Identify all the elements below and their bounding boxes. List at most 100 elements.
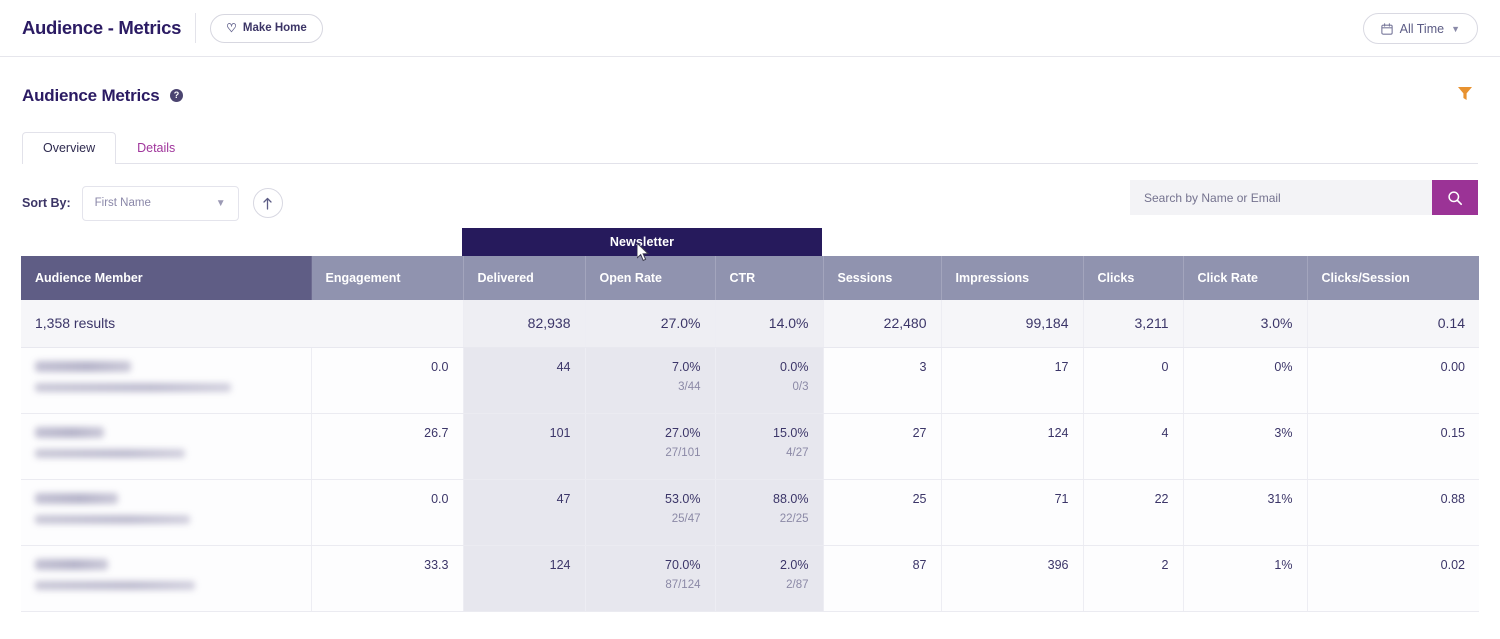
search-input[interactable]	[1130, 180, 1432, 215]
search-button[interactable]	[1432, 180, 1478, 215]
table-row[interactable]: 33.3 124 70.0% 87/124 2.0% 2/87 87 396 2…	[21, 545, 1479, 611]
make-home-button[interactable]: ♡ Make Home	[210, 14, 323, 43]
audience-member-cell[interactable]	[21, 347, 311, 413]
sort-direction-button[interactable]	[253, 188, 283, 218]
cell-delivered: 44	[463, 347, 585, 413]
make-home-label: Make Home	[243, 22, 307, 34]
cell-open-rate-fraction: 25/47	[600, 513, 701, 525]
sort-by-select[interactable]: First Name ▼	[82, 186, 239, 221]
sort-by-label: Sort By:	[22, 196, 71, 210]
column-group-row: Newsletter	[21, 228, 1479, 256]
cell-clicks-per-session: 0.00	[1307, 347, 1479, 413]
table-row[interactable]: 26.7 101 27.0% 27/101 15.0% 4/27 27 124 …	[21, 413, 1479, 479]
cell-delivered: 101	[463, 413, 585, 479]
tab-details[interactable]: Details	[116, 132, 196, 164]
cell-delivered: 47	[463, 479, 585, 545]
column-group-newsletter: Newsletter	[462, 228, 822, 256]
heart-icon: ♡	[226, 22, 237, 34]
summary-delivered: 82,938	[463, 300, 585, 347]
column-header-clicks-per-session[interactable]: Clicks/Session	[1307, 256, 1479, 300]
summary-open-rate: 27.0%	[585, 300, 715, 347]
cell-ctr-fraction: 22/25	[730, 513, 809, 525]
redacted-member-name	[35, 427, 104, 438]
redacted-member-email	[35, 581, 195, 590]
cell-sessions: 25	[823, 479, 941, 545]
metrics-table: Audience Member Engagement Delivered Ope…	[21, 256, 1479, 612]
column-header-click-rate[interactable]: Click Rate	[1183, 256, 1307, 300]
column-header-engagement[interactable]: Engagement	[311, 256, 463, 300]
column-header-ctr[interactable]: CTR	[715, 256, 823, 300]
summary-row: 1,358 results 82,938 27.0% 14.0% 22,480 …	[21, 300, 1479, 347]
chevron-down-icon: ▼	[216, 198, 226, 209]
cell-click-rate: 31%	[1183, 479, 1307, 545]
date-range-label: All Time	[1400, 22, 1444, 36]
cell-ctr-fraction: 4/27	[730, 447, 809, 459]
cell-open-rate: 70.0% 87/124	[585, 545, 715, 611]
cell-engagement: 26.7	[311, 413, 463, 479]
redacted-member-name	[35, 493, 118, 504]
page-title: Audience Metrics	[22, 86, 160, 106]
funnel-filter-icon[interactable]	[1455, 83, 1475, 103]
column-header-impressions[interactable]: Impressions	[941, 256, 1083, 300]
audience-member-cell[interactable]	[21, 545, 311, 611]
column-header-clicks[interactable]: Clicks	[1083, 256, 1183, 300]
search-group	[1130, 180, 1478, 215]
tab-details-label: Details	[137, 141, 175, 155]
cell-open-rate-fraction: 3/44	[600, 381, 701, 393]
cell-click-rate: 0%	[1183, 347, 1307, 413]
table-header-row: Audience Member Engagement Delivered Ope…	[21, 256, 1479, 300]
chevron-down-icon: ▼	[1451, 24, 1460, 34]
cell-clicks-per-session: 0.02	[1307, 545, 1479, 611]
column-header-audience-member[interactable]: Audience Member	[21, 256, 311, 300]
summary-clicks: 3,211	[1083, 300, 1183, 347]
summary-ctr: 14.0%	[715, 300, 823, 347]
cell-sessions: 3	[823, 347, 941, 413]
column-header-sessions[interactable]: Sessions	[823, 256, 941, 300]
redacted-member-email	[35, 383, 231, 392]
cell-open-rate: 53.0% 25/47	[585, 479, 715, 545]
cell-open-rate-value: 27.0%	[665, 426, 700, 440]
audience-member-cell[interactable]	[21, 413, 311, 479]
summary-impressions: 99,184	[941, 300, 1083, 347]
redacted-member-email	[35, 449, 185, 458]
cell-delivered: 124	[463, 545, 585, 611]
controls-row: Sort By: First Name ▼	[0, 164, 1500, 226]
summary-click-rate: 3.0%	[1183, 300, 1307, 347]
cell-ctr-fraction: 2/87	[730, 579, 809, 591]
results-count: 1,358 results	[21, 300, 311, 347]
metrics-table-area: Newsletter Audience Member Engagement De…	[0, 228, 1500, 612]
cell-ctr-value: 88.0%	[773, 492, 808, 506]
cell-open-rate-value: 7.0%	[672, 360, 701, 374]
audience-member-cell[interactable]	[21, 479, 311, 545]
calendar-icon	[1381, 23, 1393, 35]
cell-ctr: 15.0% 4/27	[715, 413, 823, 479]
cell-clicks: 22	[1083, 479, 1183, 545]
cell-clicks: 4	[1083, 413, 1183, 479]
cell-click-rate: 1%	[1183, 545, 1307, 611]
sort-by-value: First Name	[95, 197, 216, 209]
cell-engagement: 0.0	[311, 347, 463, 413]
app-title: Audience - Metrics	[22, 17, 195, 39]
cell-open-rate: 27.0% 27/101	[585, 413, 715, 479]
tabs-bar: Overview Details	[0, 130, 1500, 164]
search-icon	[1447, 190, 1463, 206]
column-header-open-rate[interactable]: Open Rate	[585, 256, 715, 300]
date-range-filter-button[interactable]: All Time ▼	[1363, 13, 1478, 44]
cell-clicks-per-session: 0.88	[1307, 479, 1479, 545]
cell-open-rate-value: 53.0%	[665, 492, 700, 506]
column-header-delivered[interactable]: Delivered	[463, 256, 585, 300]
cell-click-rate: 3%	[1183, 413, 1307, 479]
redacted-member-name	[35, 559, 108, 570]
cell-engagement: 0.0	[311, 479, 463, 545]
cell-sessions: 27	[823, 413, 941, 479]
tab-overview[interactable]: Overview	[22, 132, 116, 164]
cell-clicks-per-session: 0.15	[1307, 413, 1479, 479]
redacted-member-name	[35, 361, 131, 372]
table-row[interactable]: 0.0 47 53.0% 25/47 88.0% 22/25 25 71 22 …	[21, 479, 1479, 545]
summary-sessions: 22,480	[823, 300, 941, 347]
table-row[interactable]: 0.0 44 7.0% 3/44 0.0% 0/3 3 17 0 0% 0.00	[21, 347, 1479, 413]
help-icon[interactable]: ?	[170, 89, 183, 102]
summary-clicks-per-session: 0.14	[1307, 300, 1479, 347]
cell-sessions: 87	[823, 545, 941, 611]
cell-impressions: 396	[941, 545, 1083, 611]
